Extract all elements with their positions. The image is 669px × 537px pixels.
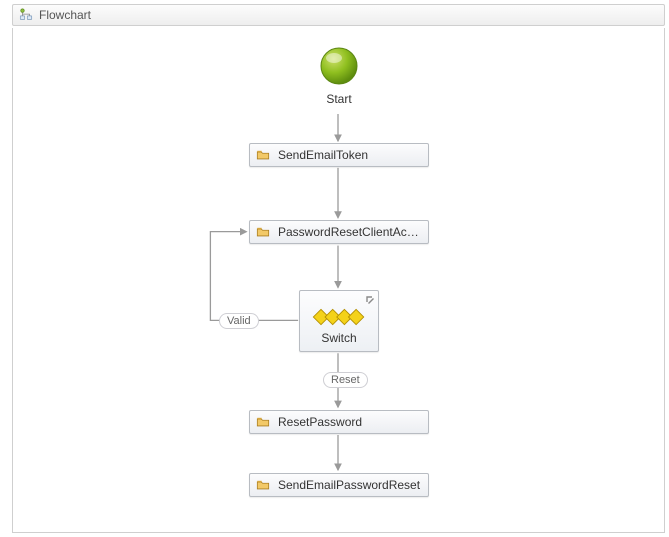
flowchart-canvas-inner: Start SendEmailToken [13, 28, 664, 532]
flowchart-canvas[interactable]: Start SendEmailToken [12, 28, 665, 533]
activity-reset-password[interactable]: ResetPassword [249, 410, 429, 434]
activity-label: SendEmailPasswordReset [278, 478, 420, 492]
designer-titlebar: Flowchart [12, 4, 665, 26]
edge-label-reset: Reset [323, 372, 368, 388]
activity-send-email-password-reset[interactable]: SendEmailPasswordReset [249, 473, 429, 497]
activity-label: PasswordResetClientActivit [278, 225, 422, 239]
flowchart-designer-root: Flowchart [0, 0, 669, 537]
switch-diamond-icon [300, 305, 378, 329]
start-label: Start [308, 92, 370, 106]
chevron-expand-icon[interactable] [365, 294, 375, 308]
start-circle-icon [319, 46, 359, 86]
activity-label: ResetPassword [278, 415, 362, 429]
edge-label-valid: Valid [219, 313, 259, 329]
folder-icon [256, 415, 270, 429]
folder-icon [256, 478, 270, 492]
activity-send-email-token[interactable]: SendEmailToken [249, 143, 429, 167]
folder-icon [256, 148, 270, 162]
designer-title-text: Flowchart [39, 8, 91, 22]
flowchart-icon [19, 8, 33, 22]
start-node[interactable]: Start [308, 46, 370, 106]
folder-icon [256, 225, 270, 239]
activity-password-reset-client[interactable]: PasswordResetClientActivit [249, 220, 429, 244]
switch-node[interactable]: Switch [299, 290, 379, 352]
activity-label: SendEmailToken [278, 148, 368, 162]
switch-label: Switch [300, 331, 378, 345]
